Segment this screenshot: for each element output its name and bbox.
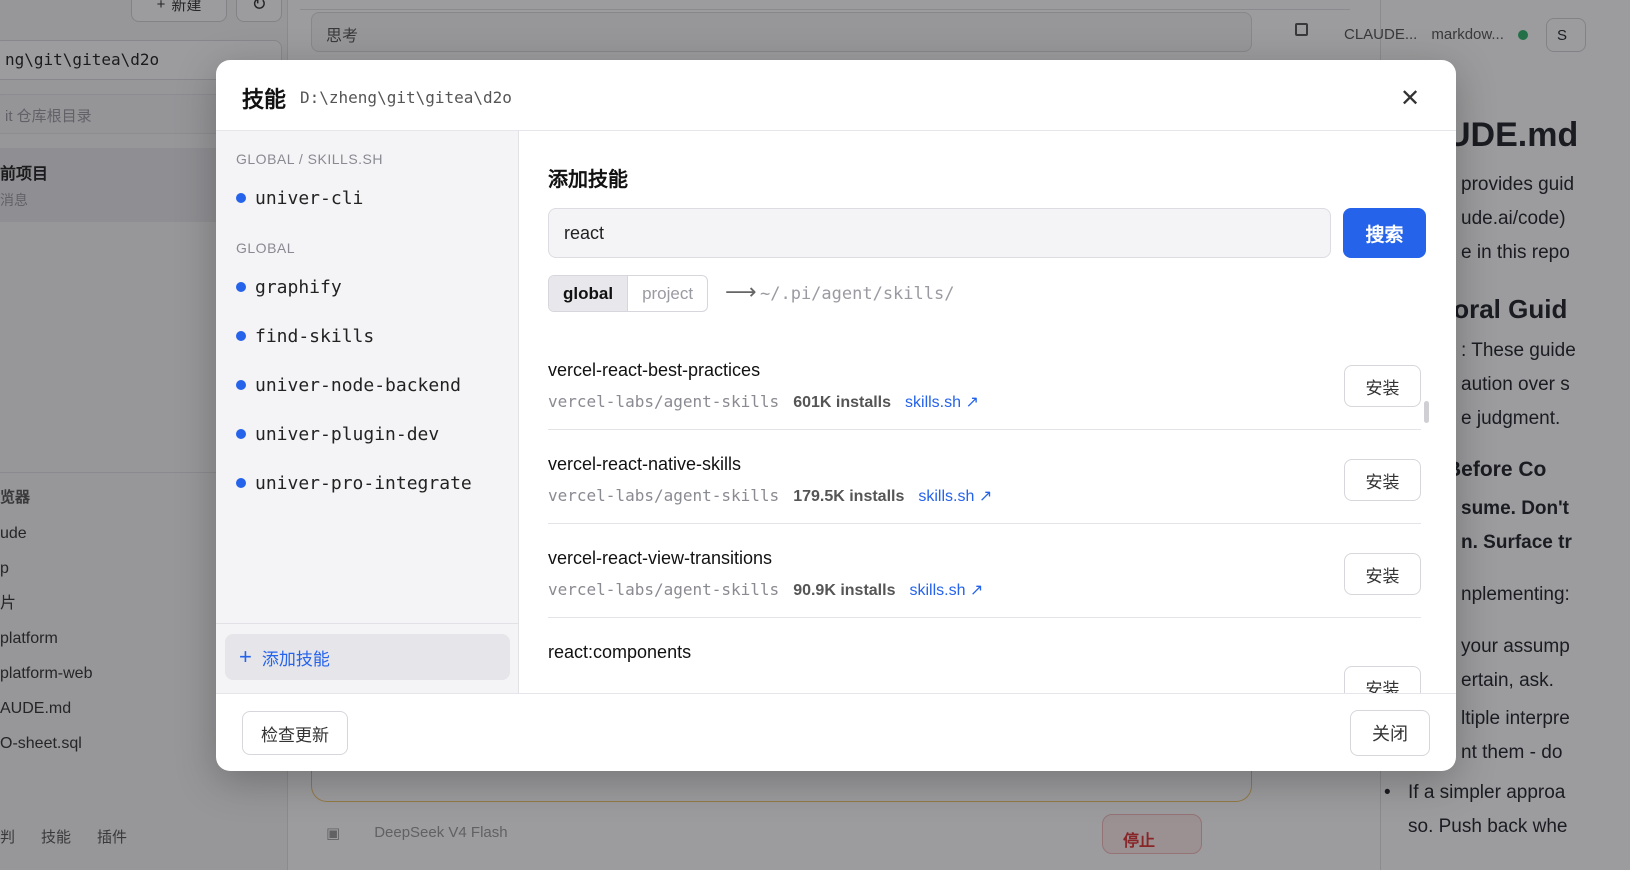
skill-search-input[interactable]: [548, 208, 1331, 258]
installed-skills-panel: GLOBAL / SKILLS.SH univer-cli GLOBAL gra…: [216, 131, 519, 693]
scope-option-global[interactable]: global: [549, 276, 629, 311]
search-button[interactable]: 搜索: [1343, 208, 1426, 258]
skill-item-univer-pro-integrate[interactable]: univer-pro-integrate: [236, 470, 472, 496]
result-repo: vercel-labs/agent-skills: [548, 392, 780, 411]
result-row: vercel-react-best-practices vercel-labs/…: [548, 336, 1421, 430]
skills-dialog: 技能 D:\zheng\git\gitea\d2o ✕ GLOBAL / SKI…: [216, 60, 1456, 771]
dialog-project-path: D:\zheng\git\gitea\d2o: [300, 88, 512, 107]
skill-item-find-skills[interactable]: find-skills: [236, 323, 374, 349]
result-row: vercel-react-view-transitions vercel-lab…: [548, 524, 1421, 618]
skill-status-dot-icon: [236, 331, 246, 341]
skill-item-label: graphify: [255, 276, 342, 298]
dialog-footer: 检查更新 关闭: [216, 693, 1456, 771]
skill-item-label: univer-plugin-dev: [255, 423, 440, 445]
install-button[interactable]: 安装: [1344, 666, 1421, 693]
install-button[interactable]: 安装: [1344, 365, 1421, 407]
result-name: vercel-react-best-practices: [548, 360, 761, 380]
result-installs: 90.9K installs: [793, 582, 896, 599]
result-meta: vercel-labs/agent-skills 179.5K installs…: [548, 486, 992, 506]
result-name: vercel-react-native-skills: [548, 454, 742, 474]
skill-status-dot-icon: [236, 478, 246, 488]
result-name: react:components: [548, 642, 692, 662]
skill-item-label: univer-cli: [255, 187, 364, 209]
skill-status-dot-icon: [236, 380, 246, 390]
result-row: vercel-react-native-skills vercel-labs/a…: [548, 430, 1421, 524]
add-skill-panel: 添加技能 搜索 global project ⟶ ~/.pi/agent/ski…: [519, 131, 1456, 693]
skill-item-graphify[interactable]: graphify: [236, 274, 342, 300]
arrow-right-icon: ⟶: [725, 279, 757, 304]
result-skills-sh-link[interactable]: skills.sh ↗: [905, 392, 979, 412]
plus-icon: +: [239, 644, 252, 669]
install-button[interactable]: 安装: [1344, 553, 1421, 595]
group-title-global-skills-sh: GLOBAL / SKILLS.SH: [236, 151, 383, 167]
result-meta: vercel-labs/agent-skills 90.9K installs …: [548, 580, 983, 600]
check-updates-button[interactable]: 检查更新: [242, 711, 348, 755]
result-skills-sh-link[interactable]: skills.sh ↗: [909, 580, 983, 600]
result-repo: vercel-labs/agent-skills: [548, 486, 780, 505]
close-button[interactable]: 关闭: [1350, 710, 1430, 756]
add-skill-title: 添加技能: [548, 169, 628, 191]
skill-item-univer-plugin-dev[interactable]: univer-plugin-dev: [236, 421, 439, 447]
skill-status-dot-icon: [236, 193, 246, 203]
scope-option-project[interactable]: project: [628, 276, 707, 311]
result-repo: vercel-labs/agent-skills: [548, 580, 780, 599]
result-row: react:components 安装: [548, 618, 1421, 693]
result-skills-sh-link[interactable]: skills.sh ↗: [918, 486, 992, 506]
skill-status-dot-icon: [236, 429, 246, 439]
add-skill-label: 添加技能: [261, 649, 330, 669]
skill-item-label: find-skills: [255, 325, 375, 347]
install-button[interactable]: 安装: [1344, 459, 1421, 501]
skill-item-univer-cli[interactable]: univer-cli: [236, 185, 363, 211]
search-results-list: vercel-react-best-practices vercel-labs/…: [548, 336, 1421, 693]
left-panel-divider: [216, 623, 519, 624]
result-installs: 601K installs: [793, 394, 892, 411]
skill-status-dot-icon: [236, 282, 246, 292]
add-skill-button[interactable]: + 添加技能: [225, 634, 510, 680]
results-scrollbar[interactable]: [1424, 401, 1429, 423]
result-meta: vercel-labs/agent-skills 601K installs s…: [548, 392, 979, 412]
group-title-global: GLOBAL: [236, 240, 296, 256]
install-target-path: ~/.pi/agent/skills/: [760, 284, 955, 304]
scope-toggle: global project: [548, 275, 709, 312]
dialog-title: 技能: [242, 87, 287, 112]
close-icon[interactable]: ✕: [1392, 80, 1428, 116]
result-installs: 179.5K installs: [793, 488, 905, 505]
dialog-header: 技能 D:\zheng\git\gitea\d2o ✕: [216, 60, 1456, 131]
result-name: vercel-react-view-transitions: [548, 548, 773, 568]
skill-item-label: univer-pro-integrate: [255, 472, 472, 494]
skill-item-label: univer-node-backend: [255, 374, 461, 396]
skill-item-univer-node-backend[interactable]: univer-node-backend: [236, 372, 461, 398]
